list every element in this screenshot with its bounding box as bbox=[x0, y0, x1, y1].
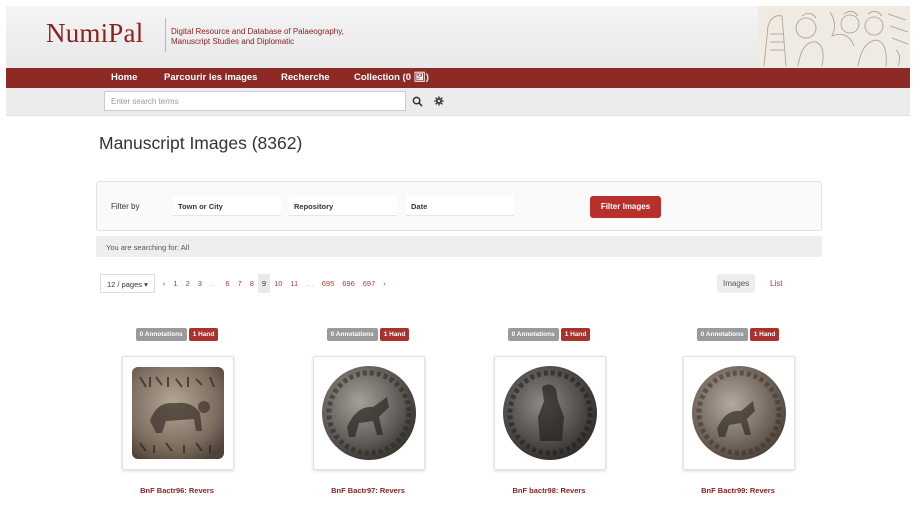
image-card: 0 Annotations 1 Hand BnF Bactr99: Revers bbox=[673, 328, 803, 503]
filter-label: Filter by bbox=[111, 202, 140, 211]
pagination-ellipsis: … bbox=[306, 278, 314, 288]
hand-badge[interactable]: 1 Hand bbox=[749, 328, 780, 341]
card-caption[interactable]: BnF Bactr96: Revers bbox=[112, 486, 242, 495]
annotations-badge[interactable]: 0 Annotations bbox=[135, 328, 187, 341]
card-badges: 0 Annotations 1 Hand bbox=[484, 328, 614, 341]
pagination-page[interactable]: 8 bbox=[246, 274, 258, 293]
card-caption[interactable]: BnF Bactr97: Revers bbox=[303, 486, 433, 495]
pagination-page[interactable]: 3 bbox=[194, 274, 206, 293]
view-images-toggle[interactable]: Images bbox=[717, 274, 756, 293]
pagination-page[interactable]: 697 bbox=[359, 274, 380, 293]
nav-home[interactable]: Home bbox=[111, 72, 137, 83]
pagination-page[interactable]: 6 bbox=[221, 274, 233, 293]
card-caption[interactable]: BnF Bactr99: Revers bbox=[673, 486, 803, 495]
search-input[interactable]: Enter search terms bbox=[104, 91, 406, 111]
filter-panel: Filter by Town or City Repository Date F… bbox=[96, 181, 822, 231]
pagination-page-current[interactable]: 9 bbox=[257, 273, 271, 293]
round-coin-image bbox=[692, 366, 786, 460]
gear-icon bbox=[434, 96, 444, 106]
image-card: 0 Annotations 1 Hand BnF bactr98: Revers bbox=[484, 328, 614, 503]
card-badges: 0 Annotations 1 Hand bbox=[303, 328, 433, 341]
logo-divider bbox=[165, 18, 166, 52]
page-title: Manuscript Images (8362) bbox=[99, 133, 303, 153]
pagination-page[interactable]: 10 bbox=[270, 274, 286, 293]
coin-thumbnail[interactable] bbox=[683, 356, 795, 470]
round-coin-image bbox=[503, 366, 597, 460]
nav-browse-images[interactable]: Parcourir les images bbox=[164, 72, 257, 83]
annotations-badge[interactable]: 0 Annotations bbox=[507, 328, 559, 341]
annotations-badge[interactable]: 0 Annotations bbox=[326, 328, 378, 341]
coin-thumbnail[interactable] bbox=[494, 356, 606, 470]
search-button[interactable] bbox=[408, 92, 426, 110]
image-card: 0 Annotations 1 Hand BnF Bactr97: Revers bbox=[303, 328, 433, 503]
hand-badge[interactable]: 1 Hand bbox=[560, 328, 591, 341]
search-icon bbox=[412, 96, 423, 107]
pagination-page[interactable]: 2 bbox=[182, 274, 194, 293]
pagination-page[interactable]: 11 bbox=[286, 274, 302, 293]
hand-badge[interactable]: 1 Hand bbox=[188, 328, 219, 341]
pagination-page[interactable]: 1 bbox=[169, 274, 181, 293]
pagination: 12 / pages ▾ ‹ 1 2 3 … 6 7 8 9 10 11 … 6… bbox=[100, 272, 390, 294]
filter-town-or-city[interactable]: Town or City bbox=[173, 196, 281, 216]
site-logo[interactable]: NumiPal bbox=[46, 18, 143, 49]
filter-date[interactable]: Date bbox=[406, 196, 514, 216]
view-list-toggle[interactable]: List bbox=[764, 274, 788, 293]
per-page-select[interactable]: 12 / pages ▾ bbox=[100, 273, 155, 293]
search-status: You are searching for: All bbox=[96, 236, 822, 257]
filter-repository[interactable]: Repository bbox=[289, 196, 397, 216]
square-coin-image bbox=[132, 367, 224, 459]
image-card: 0 Annotations 1 Hand BnF Bactr96: Revers bbox=[112, 328, 242, 503]
pagination-next[interactable]: › bbox=[379, 274, 390, 293]
pagination-page[interactable]: 7 bbox=[234, 274, 246, 293]
hand-badge[interactable]: 1 Hand bbox=[379, 328, 410, 341]
pagination-page[interactable]: 695 bbox=[318, 274, 339, 293]
coin-thumbnail[interactable] bbox=[122, 356, 234, 470]
card-badges: 0 Annotations 1 Hand bbox=[112, 328, 242, 341]
pagination-page[interactable]: 696 bbox=[338, 274, 359, 293]
annotations-badge[interactable]: 0 Annotations bbox=[696, 328, 748, 341]
site-header: NumiPal Digital Resource and Database of… bbox=[6, 6, 910, 68]
search-bar: Enter search terms bbox=[6, 88, 910, 116]
tagline-line-2: Manuscript Studies and Diplomatic bbox=[171, 37, 295, 46]
card-badges: 0 Annotations 1 Hand bbox=[673, 328, 803, 341]
card-caption[interactable]: BnF bactr98: Revers bbox=[484, 486, 614, 495]
nav-collection[interactable]: Collection (0 🖼) bbox=[354, 72, 429, 83]
pagination-ellipsis: … bbox=[209, 278, 218, 288]
round-coin-image bbox=[322, 366, 416, 460]
tagline-line-1: Digital Resource and Database of Palaeog… bbox=[171, 27, 344, 36]
filter-images-button[interactable]: Filter Images bbox=[590, 196, 661, 218]
pagination-prev[interactable]: ‹ bbox=[159, 274, 170, 293]
site-tagline: Digital Resource and Database of Palaeog… bbox=[171, 27, 344, 47]
coin-thumbnail[interactable] bbox=[313, 356, 425, 470]
nav-search[interactable]: Recherche bbox=[281, 72, 330, 83]
main-nav: Home Parcourir les images Recherche Coll… bbox=[6, 68, 910, 88]
header-manuscript-illustration bbox=[758, 6, 910, 68]
settings-button[interactable] bbox=[430, 92, 448, 110]
